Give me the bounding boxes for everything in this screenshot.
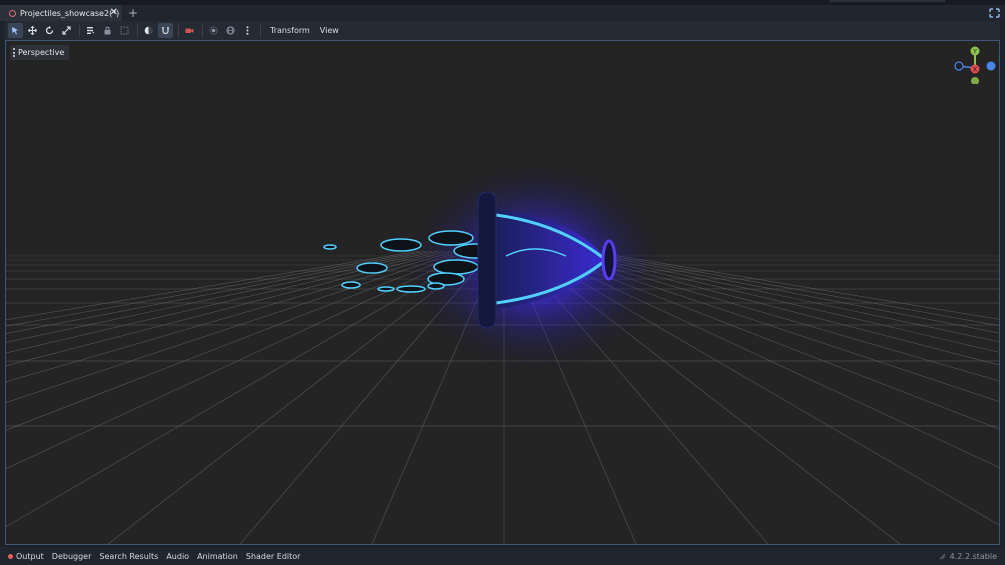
audio-tab[interactable]: Audio xyxy=(166,552,189,561)
kebab-menu-icon xyxy=(13,48,15,57)
grid-line xyxy=(6,250,439,343)
view-gizmo[interactable]: Y X xyxy=(954,44,1000,84)
group-button[interactable] xyxy=(117,23,132,38)
select-icon xyxy=(12,27,18,35)
more-options-icon xyxy=(246,26,249,35)
scene-tab-title: Projectiles_showcase2(*) xyxy=(20,8,120,18)
rotate-tool-button[interactable] xyxy=(42,23,57,38)
viewport-toolbar: Transform View xyxy=(5,21,1000,40)
gizmo-z-negative[interactable] xyxy=(954,61,964,71)
title-notch xyxy=(830,0,945,2)
view-menu[interactable]: View xyxy=(320,23,339,38)
environment-preview-icon xyxy=(226,26,235,35)
snap-button[interactable] xyxy=(158,23,173,38)
animation-tab[interactable]: Animation xyxy=(197,552,238,561)
grid-line xyxy=(6,250,451,367)
version-indicator: 4.2.2.stable xyxy=(939,552,997,561)
toolbar-separator xyxy=(178,24,179,37)
environment-preview-button[interactable] xyxy=(223,23,238,38)
scene-node-icon xyxy=(9,9,16,17)
camera-override-button[interactable] xyxy=(182,23,197,38)
3d-viewport[interactable]: Perspective Y X xyxy=(5,40,1000,545)
list-select-button[interactable] xyxy=(83,23,98,38)
version-label: 4.2.2.stable xyxy=(949,552,997,561)
gizmo-z-axis[interactable] xyxy=(986,61,996,71)
move-icon xyxy=(28,26,37,35)
scale-icon xyxy=(62,26,71,35)
gizmo-x-label: X xyxy=(973,66,978,74)
sun-preview-button[interactable] xyxy=(206,23,221,38)
grid-line xyxy=(6,250,469,431)
shader-editor-tab[interactable]: Shader Editor xyxy=(246,552,301,561)
gizmo-y-negative[interactable] xyxy=(971,77,979,84)
local-space-icon xyxy=(144,26,153,35)
move-tool-button[interactable] xyxy=(25,23,40,38)
grid-line xyxy=(6,250,421,321)
perspective-label: Perspective xyxy=(18,48,65,57)
error-dot-icon xyxy=(8,553,13,559)
search-results-tab[interactable]: Search Results xyxy=(99,552,158,561)
distraction-free-icon[interactable] xyxy=(989,8,1000,18)
toolbar-separator xyxy=(79,24,80,37)
grid-line xyxy=(6,250,427,327)
scene-tab-bar: Projectiles_showcase2(*) ✕ + xyxy=(0,5,1005,21)
select-tool-button[interactable] xyxy=(8,23,23,38)
output-tab[interactable]: Output xyxy=(8,552,44,561)
grid-line xyxy=(6,250,457,383)
close-tab-icon[interactable]: ✕ xyxy=(110,7,118,19)
group-icon xyxy=(120,26,129,35)
projectile-nozzle xyxy=(601,239,617,281)
toolbar-separator xyxy=(260,24,261,37)
grid-line xyxy=(6,250,445,354)
gizmo-y-label: Y xyxy=(972,48,977,56)
grid-line xyxy=(6,250,481,528)
lock-button[interactable] xyxy=(100,23,115,38)
lock-icon xyxy=(104,26,111,35)
output-tab-label: Output xyxy=(16,551,44,561)
camera-override-icon xyxy=(185,28,194,33)
bottom-panel-tabs: Output Debugger Search Results Audio Ani… xyxy=(0,547,1005,565)
more-options-button[interactable] xyxy=(240,23,255,38)
sun-preview-icon xyxy=(209,26,218,35)
rotate-icon xyxy=(45,26,54,35)
transform-menu[interactable]: Transform xyxy=(270,23,310,38)
grid-line xyxy=(6,250,433,334)
list-select-icon xyxy=(87,27,95,35)
add-scene-button[interactable]: + xyxy=(128,6,138,20)
local-space-button[interactable] xyxy=(141,23,156,38)
debugger-tab[interactable]: Debugger xyxy=(52,552,92,561)
toolbar-separator xyxy=(137,24,138,37)
toolbar-separator xyxy=(202,24,203,37)
perspective-menu-button[interactable]: Perspective xyxy=(10,45,70,60)
scene-render xyxy=(6,161,999,544)
projectile-disc xyxy=(477,191,497,329)
scene-tab[interactable]: Projectiles_showcase2(*) ✕ xyxy=(0,5,122,21)
grid-line xyxy=(6,250,463,403)
snap-icon xyxy=(162,27,169,35)
scale-tool-button[interactable] xyxy=(59,23,74,38)
pin-icon xyxy=(939,553,946,560)
